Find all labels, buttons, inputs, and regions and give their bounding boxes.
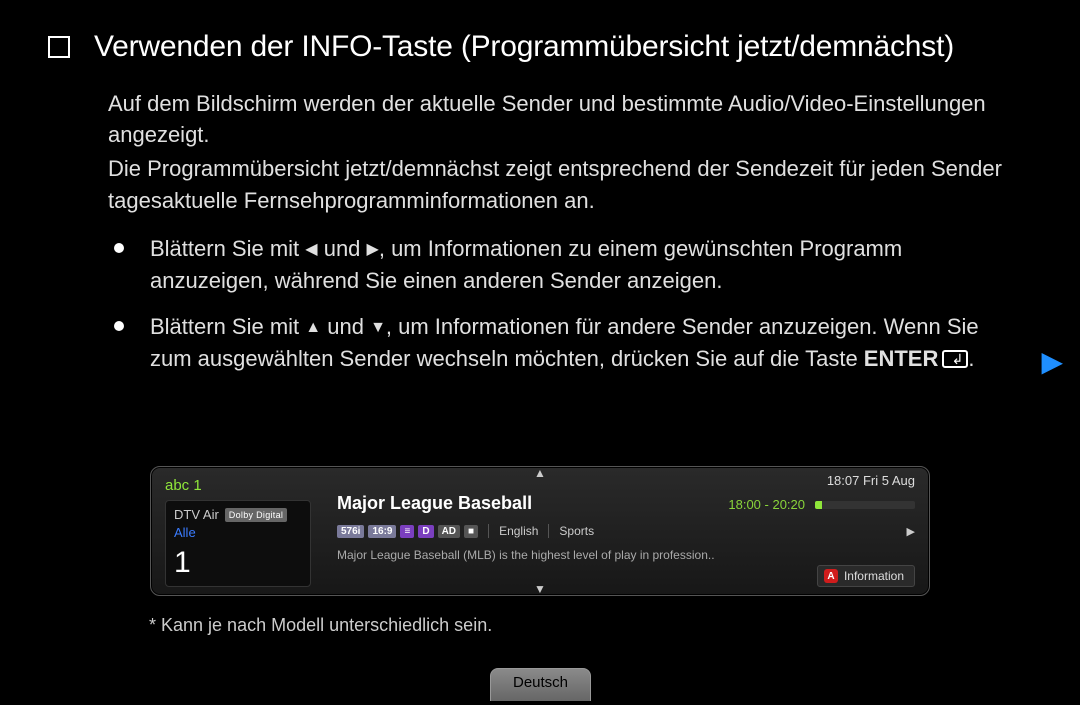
footnote: * Kann je nach Modell unterschiedlich se… xyxy=(149,615,492,636)
intro-para-1: Auf dem Bildschirm werden der aktuelle S… xyxy=(108,88,1020,152)
information-button-label: Information xyxy=(844,569,904,583)
badge-d-icon: D xyxy=(418,525,433,538)
left-arrow-icon: ◀ xyxy=(305,238,317,261)
enter-key-label: ENTER xyxy=(864,346,939,371)
bullet-item-1: Blättern Sie mit ◀ und ▶, um Information… xyxy=(150,233,1020,297)
up-arrow-icon: ▲ xyxy=(305,316,321,339)
badge-row: 576i 16:9 ≡ D AD ■ English Sports ▶ xyxy=(337,524,915,538)
progress-bar xyxy=(815,501,915,509)
program-box: 18:07 Fri 5 Aug Major League Baseball 18… xyxy=(323,467,929,595)
channel-subbox: DTV Air Dolby Digital Alle 1 xyxy=(165,500,311,587)
bullet-1-pre: Blättern Sie mit xyxy=(150,236,305,261)
program-description: Major League Baseball (MLB) is the highe… xyxy=(337,548,915,562)
badge-ad: AD xyxy=(438,525,460,538)
bullet-2-tail: . xyxy=(968,346,974,371)
dolby-badge: Dolby Digital xyxy=(225,508,287,522)
channel-box: abc 1 DTV Air Dolby Digital Alle 1 xyxy=(151,467,323,595)
body-text: Auf dem Bildschirm werden der aktuelle S… xyxy=(0,66,1080,375)
page-title: Verwenden der INFO-Taste (Programmübersi… xyxy=(94,28,954,66)
genre-label: Sports xyxy=(559,524,594,538)
program-time: 18:00 - 20:20 xyxy=(728,497,805,512)
a-key-icon: A xyxy=(824,569,838,583)
enter-key-icon xyxy=(942,350,968,368)
datetime-label: 18:07 Fri 5 Aug xyxy=(827,473,915,488)
badge-aspect: 16:9 xyxy=(368,525,396,538)
badge-square-icon: ■ xyxy=(464,525,478,538)
rating-label: Alle xyxy=(174,525,302,540)
intro-para-2: Die Programmübersicht jetzt/demnächst ze… xyxy=(108,153,1020,217)
bullet-item-2: Blättern Sie mit ▲ und ▼, um Information… xyxy=(150,311,1020,375)
broadcast-type: DTV Air xyxy=(174,507,219,522)
progress-fill xyxy=(815,501,822,509)
channel-number: 1 xyxy=(174,546,302,580)
down-arrow-icon: ▼ xyxy=(370,316,386,339)
divider-icon xyxy=(488,524,489,538)
right-arrow-icon: ▶ xyxy=(367,238,379,261)
language-button[interactable]: Deutsch xyxy=(490,668,591,701)
section-box-icon xyxy=(48,36,70,58)
bullet-2-pre: Blättern Sie mit xyxy=(150,314,305,339)
channel-name: abc 1 xyxy=(165,477,311,494)
next-page-arrow-icon[interactable]: ▶ xyxy=(1041,345,1063,378)
divider-icon xyxy=(548,524,549,538)
panel-right-arrow-icon[interactable]: ▶ xyxy=(907,525,915,538)
program-title: Major League Baseball xyxy=(337,493,532,514)
bullet-2-mid: und xyxy=(321,314,370,339)
program-info-panel: ▲ ▼ abc 1 DTV Air Dolby Digital Alle 1 1… xyxy=(150,466,930,596)
audio-lang: English xyxy=(499,524,538,538)
information-button[interactable]: A Information xyxy=(817,565,915,587)
badge-resolution: 576i xyxy=(337,525,364,538)
bullet-1-mid: und xyxy=(318,236,367,261)
badge-subtitle-icon: ≡ xyxy=(400,525,414,538)
